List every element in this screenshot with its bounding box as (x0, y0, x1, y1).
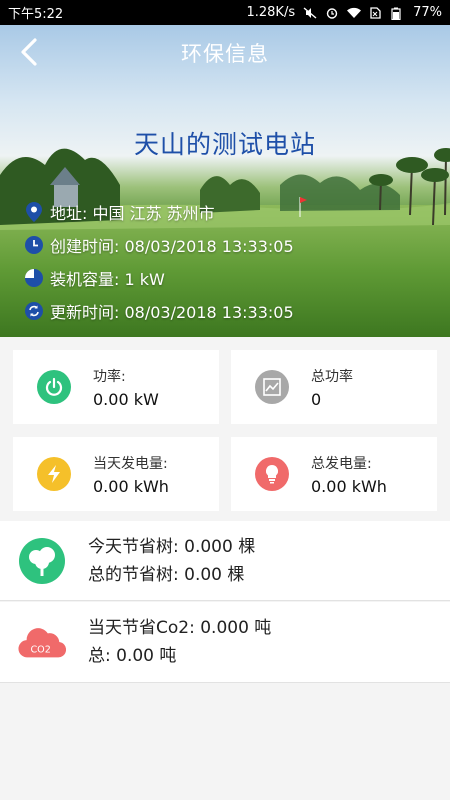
power-label: 功率: (93, 368, 126, 385)
today-generation-card: 当天发电量: 0.00 kWh (13, 437, 219, 511)
lightning-icon (37, 457, 71, 491)
mute-icon (303, 6, 317, 19)
total-power-label: 总功率 (311, 368, 353, 385)
today-generation-label: 当天发电量: (93, 455, 168, 472)
address-row: 地址: 中国 江苏 苏州市 (24, 195, 294, 228)
no-sim-icon (369, 6, 383, 19)
svg-text:CO2: CO2 (30, 645, 50, 656)
lightbulb-icon (255, 457, 289, 491)
battery-percent: 77% (413, 5, 442, 20)
hero-banner: 环保信息 天山的测试电站 地址: 中国 江苏 苏州市 创建时间: 08/03/2… (0, 25, 450, 337)
updated-text: 更新时间: 08/03/2018 13:33:05 (50, 302, 294, 322)
trees-today: 今天节省树: 0.000 棵 (88, 536, 256, 557)
power-icon (37, 370, 71, 404)
capacity-row: 装机容量: 1 kW (24, 261, 294, 294)
total-generation-card: 总发电量: 0.00 kWh (231, 437, 437, 511)
status-right: 1.28K/s 77% (246, 5, 442, 20)
battery-icon (391, 7, 405, 20)
status-bar: 下午5:22 1.28K/s 77% (0, 0, 450, 25)
station-info: 地址: 中国 江苏 苏州市 创建时间: 08/03/2018 13:33:05 … (24, 195, 294, 327)
co2-saved-row: CO2 当天节省Co2: 0.000 吨 总: 0.00 吨 (0, 602, 450, 683)
wifi-icon (347, 7, 362, 19)
total-generation-label: 总发电量: (311, 455, 372, 472)
station-name: 天山的测试电站 (133, 130, 316, 159)
pie-chart-icon (24, 268, 44, 288)
refresh-icon (24, 301, 44, 321)
back-button[interactable] (14, 37, 44, 67)
created-text: 创建时间: 08/03/2018 13:33:05 (50, 236, 294, 256)
power-card: 功率: 0.00 kW (13, 350, 219, 424)
network-speed: 1.28K/s (246, 5, 296, 20)
co2-total: 总: 0.00 吨 (88, 646, 177, 666)
total-power-card: 总功率 0 (231, 350, 437, 424)
alarm-icon (325, 7, 339, 19)
location-pin-icon (24, 201, 44, 222)
today-generation-value: 0.00 kWh (93, 476, 169, 496)
updated-row: 更新时间: 08/03/2018 13:33:05 (24, 294, 294, 327)
page-title: 环保信息 (181, 42, 269, 66)
co2-today: 当天节省Co2: 0.000 吨 (88, 618, 272, 638)
total-power-value: 0 (311, 389, 322, 409)
capacity-text: 装机容量: 1 kW (50, 269, 165, 289)
tree-icon (18, 537, 66, 585)
co2-cloud-icon: CO2 (18, 618, 66, 666)
trees-total: 总的节省树: 0.00 棵 (88, 564, 245, 585)
total-generation-value: 0.00 kWh (311, 476, 387, 496)
power-value: 0.00 kW (93, 389, 159, 409)
address-text: 地址: 中国 江苏 苏州市 (50, 203, 215, 223)
created-row: 创建时间: 08/03/2018 13:33:05 (24, 228, 294, 261)
chart-icon (255, 370, 289, 404)
status-time: 下午5:22 (8, 7, 64, 22)
trees-saved-row: 今天节省树: 0.000 棵 总的节省树: 0.00 棵 (0, 521, 450, 601)
clock-icon (24, 235, 44, 255)
top-nav: 环保信息 (0, 25, 450, 81)
chevron-left-icon (21, 38, 37, 66)
